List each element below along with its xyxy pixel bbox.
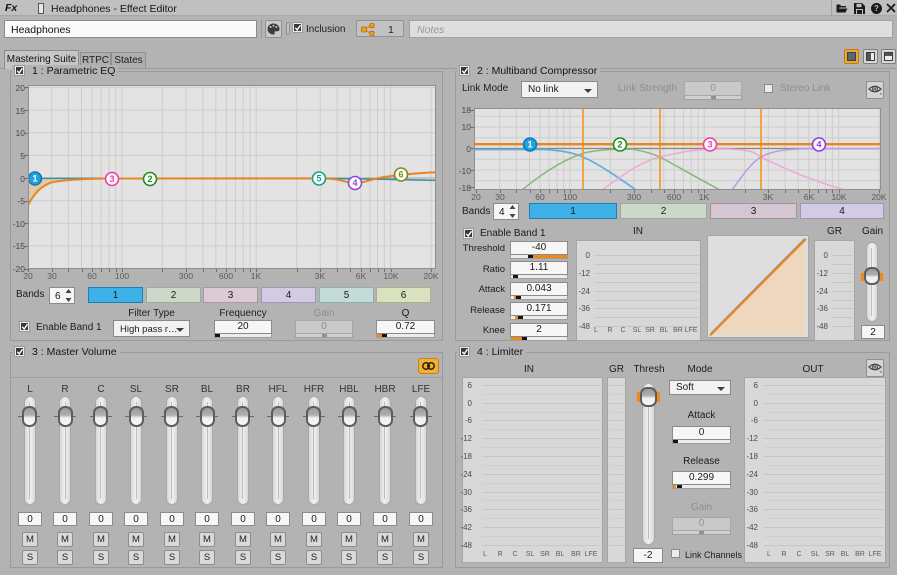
svg-text:5: 5	[316, 174, 321, 184]
svg-text:2: 2	[147, 174, 152, 184]
svg-text:2: 2	[617, 140, 622, 150]
svg-text:1: 1	[527, 140, 532, 150]
svg-text:?: ?	[874, 4, 879, 13]
svg-text:3: 3	[707, 140, 712, 150]
svg-text:4: 4	[352, 178, 357, 188]
svg-text:4: 4	[816, 140, 821, 150]
svg-text:1: 1	[32, 174, 37, 184]
svg-text:6: 6	[398, 170, 403, 180]
svg-text:3: 3	[109, 174, 114, 184]
